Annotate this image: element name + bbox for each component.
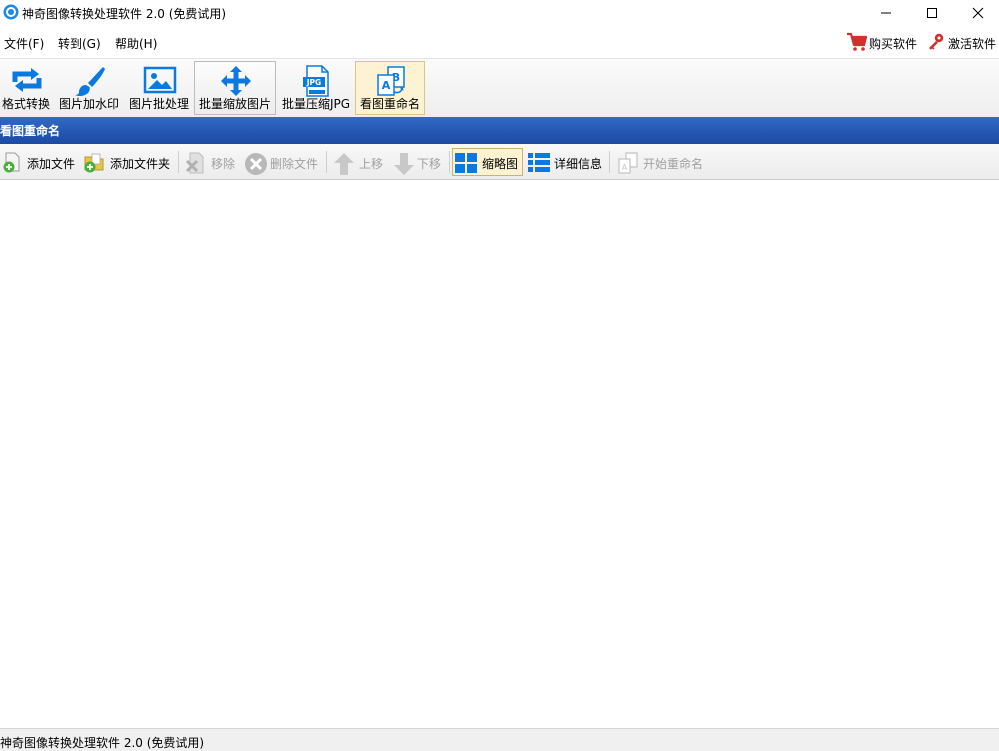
start-rename-button[interactable]: A 开始重命名 (614, 148, 710, 176)
close-icon (972, 7, 984, 19)
rename-icon: B A (377, 66, 405, 96)
start-rename-label: 开始重命名 (643, 157, 704, 171)
tool-batch-resize-label: 批量缩放图片 (198, 97, 271, 111)
menu-bar: 文件(F) 转到(G) 帮助(H) 购买软件 激活软件 (0, 27, 999, 58)
details-view-button[interactable]: 详细信息 (525, 148, 606, 176)
thumbnail-view-label: 缩略图 (482, 157, 519, 171)
key-icon (929, 33, 944, 50)
tool-rename-label: 看图重命名 (359, 97, 420, 111)
app-window: 神奇图像转换处理软件 2.0 (免费试用) 文件(F) 转到(G) 帮助(H) … (0, 0, 999, 751)
arrow-down-icon (394, 153, 414, 175)
thumbnail-view-button[interactable]: 缩略图 (452, 148, 523, 176)
add-file-icon (3, 152, 20, 173)
remove-icon (185, 152, 204, 174)
move-up-label: 上移 (359, 157, 384, 171)
move-up-button[interactable]: 上移 (330, 148, 386, 176)
jpg-file-icon: JPG (303, 65, 329, 97)
tool-batch-process-label: 图片批处理 (128, 97, 189, 111)
delete-file-button[interactable]: 删除文件 (242, 148, 322, 176)
buy-software-label: 购买软件 (869, 37, 918, 51)
sub-toolbar: 添加文件 添加文件夹 移除 删除文件 上移 下移 缩略图 详细信息 A 开始重命… (0, 144, 999, 180)
tool-format-convert-label: 格式转换 (1, 97, 50, 111)
brush-icon (75, 67, 105, 97)
activate-software-label: 激活软件 (948, 37, 997, 51)
move-down-label: 下移 (417, 157, 442, 171)
title-bar: 神奇图像转换处理软件 2.0 (免费试用) (0, 0, 999, 27)
section-header: 看图重命名 (0, 117, 999, 144)
app-logo-icon (3, 4, 19, 20)
remove-button[interactable]: 移除 (182, 148, 240, 176)
tool-batch-resize[interactable]: 批量缩放图片 (194, 61, 276, 115)
svg-text:JPG: JPG (306, 78, 321, 87)
tool-watermark[interactable]: 图片加水印 (56, 61, 122, 115)
tool-watermark-label: 图片加水印 (58, 97, 119, 111)
main-toolbar: 格式转换 图片加水印 图片批处理 批量缩放图片 JPG 批量压缩JPG B A … (0, 58, 999, 117)
toolbar-separator (178, 151, 179, 173)
tool-format-convert[interactable]: 格式转换 (0, 61, 52, 115)
section-title: 看图重命名 (0, 124, 61, 138)
svg-text:A: A (622, 163, 628, 172)
image-icon (143, 66, 177, 94)
window-title: 神奇图像转换处理软件 2.0 (免费试用) (22, 7, 227, 21)
remove-label: 移除 (211, 157, 236, 171)
rename-disabled-icon: A (618, 152, 638, 174)
add-file-button[interactable]: 添加文件 (0, 148, 78, 176)
toolbar-separator (609, 151, 610, 173)
cart-icon (847, 32, 868, 51)
tool-rename[interactable]: B A 看图重命名 (355, 61, 425, 115)
convert-icon (12, 68, 42, 92)
menu-help[interactable]: 帮助(H) (115, 35, 157, 52)
maximize-icon (927, 8, 937, 18)
toolbar-separator (326, 151, 327, 173)
svg-text:A: A (382, 79, 391, 92)
delete-icon (245, 153, 267, 175)
add-folder-label: 添加文件夹 (110, 157, 171, 171)
delete-file-label: 删除文件 (270, 157, 319, 171)
add-folder-icon (84, 153, 104, 173)
status-text: 神奇图像转换处理软件 2.0 (免费试用) (0, 736, 205, 750)
status-bar: 神奇图像转换处理软件 2.0 (免费试用) (0, 728, 999, 751)
tool-compress-jpg[interactable]: JPG 批量压缩JPG (278, 61, 354, 115)
toolbar-separator (449, 151, 450, 173)
menu-goto[interactable]: 转到(G) (58, 35, 101, 52)
thumbnail-area[interactable] (0, 181, 999, 728)
minimize-icon (881, 12, 891, 14)
tool-compress-jpg-label: 批量压缩JPG (281, 97, 351, 111)
arrow-up-icon (334, 153, 354, 175)
details-view-label: 详细信息 (554, 157, 603, 171)
add-folder-button[interactable]: 添加文件夹 (81, 148, 173, 176)
tool-batch-process[interactable]: 图片批处理 (125, 61, 193, 115)
list-view-icon (528, 153, 550, 172)
move-down-button[interactable]: 下移 (390, 148, 446, 176)
menu-file[interactable]: 文件(F) (4, 35, 44, 52)
maximize-button[interactable] (909, 0, 955, 27)
add-file-label: 添加文件 (27, 157, 76, 171)
grid-view-icon (455, 153, 477, 173)
move-arrows-icon (221, 66, 251, 96)
minimize-button[interactable] (863, 0, 909, 27)
close-button[interactable] (955, 0, 999, 27)
